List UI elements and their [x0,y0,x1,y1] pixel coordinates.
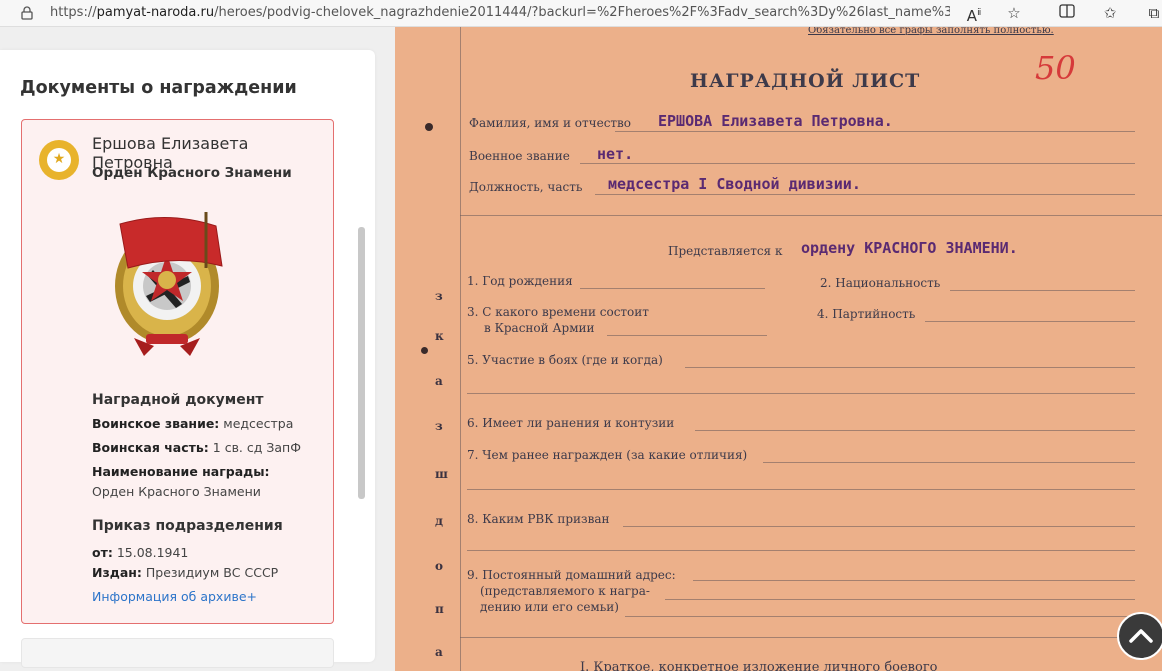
side-mark: а [435,374,443,388]
top-note: Обязательно все графы заполнять полность… [808,27,1054,36]
side-mark: к [435,329,444,343]
ruled-line [665,599,1135,600]
item-10: I. Краткое, конкретное изложение личного… [580,660,938,671]
position-label: Должность, часть [469,180,583,194]
ruled-line [607,335,767,336]
item-1: 1. Год рождения [467,274,573,288]
order-red-banner-medal-image [115,212,223,356]
item-9a: 9. Постоянный домашний адрес: [467,568,676,582]
punch-hole [421,347,428,354]
item-6: 6. Имеет ли ранения и контузии [467,416,675,430]
margin-line [460,27,461,671]
item-3a: 3. С какого времени состоит [467,305,649,319]
award-sheet-scan: Обязательно все графы заполнять полность… [395,27,1162,671]
rank-value: медсестра [219,416,294,431]
ruled-line [615,131,1135,132]
ruled-line [763,462,1135,463]
chevron-up-icon [1129,629,1153,643]
sheet-title: НАГРАДНОЙ ЛИСТ [690,70,921,92]
item-3b: в Красной Армии [484,321,595,335]
order-date-row: от: 15.08.1941 [92,543,312,563]
ruled-line [695,430,1135,431]
panel-title: Документы о награждении [20,78,297,98]
unit-value: 1 св. сд ЗапФ [208,440,301,455]
side-mark: п [435,602,444,616]
fio-label: Фамилия, имя и отчество [469,116,632,130]
ruled-line [925,321,1135,322]
presented-label: Представляется к [668,244,783,258]
item-7: 7. Чем ранее награжден (за какие отличия… [467,448,748,462]
ruled-line [460,637,1162,638]
side-mark: о [435,559,444,573]
award-title: Орден Красного Знамени [92,165,292,181]
item-5: 5. Участие в боях (где и когда) [467,353,663,367]
url-prefix: https:// [50,5,97,20]
rank-value-doc: нет. [597,145,634,163]
order-title: Приказ подразделения [92,518,283,534]
award-name-label: Наименование награды: [92,464,270,479]
ruled-line [595,194,1135,195]
award-doc-title: Наградной документ [92,392,264,408]
award-name-value: Орден Красного Знамени [92,484,261,499]
item-4: 4. Партийность [817,307,916,321]
order-date-label: от: [92,545,113,560]
side-mark: ш [435,467,448,481]
scroll-to-top-button[interactable] [1117,612,1162,660]
item-8: 8. Каким РВК призван [467,512,610,526]
item-9b: (представляемого к награ- [480,584,650,598]
side-mark: д [435,514,443,528]
url-path: /heroes/podvig-chelovek_nagrazhdenie2011… [214,5,950,20]
url-host: pamyat-naroda.ru [96,5,215,20]
item-9c: дению или его семьи) [480,600,619,614]
award-card[interactable]: ★ Ершова Елизавета Петровна Орден Красно… [21,119,334,624]
punch-hole [425,123,433,131]
order-issuer-value: Президиум ВС СССР [141,565,279,580]
next-award-card[interactable] [21,638,334,668]
ruled-line [580,288,765,289]
award-name-row: Наименование награды: Орден Красного Зна… [92,462,312,502]
presented-value: ордену КРАСНОГО ЗНАМЕНИ. [801,239,1018,257]
rank-row: Воинское звание: медсестра [92,414,312,434]
side-mark: з [435,419,443,433]
order-date-value: 15.08.1941 [112,545,189,560]
lock-icon[interactable] [20,6,34,20]
unit-row: Воинская часть: 1 св. сд ЗапФ [92,438,312,458]
side-mark: а [435,645,443,659]
ruled-line [625,616,1135,617]
read-aloud-icon[interactable]: Aⅱ [963,3,985,25]
item-2: 2. Национальность [820,276,941,290]
ruled-line [460,215,1162,216]
medal-badge-icon: ★ [39,140,79,180]
panel-scrollbar-thumb[interactable] [358,227,365,499]
order-issuer-label: Издан: [92,565,142,580]
ruled-line [623,526,1135,527]
position-value: медсестра I Сводной дивизии. [608,175,861,193]
rank-label: Воинское звание: [92,416,220,431]
rank-label-doc: Военное звание [469,149,570,163]
order-issuer-row: Издан: Президиум ВС СССР [92,563,312,583]
ruled-line [580,163,1135,164]
ruled-line [467,489,1135,490]
favorite-star-icon[interactable]: ☆ [1003,3,1025,23]
ruled-line [950,290,1135,291]
favorites-list-icon[interactable]: ✩ [1099,3,1121,23]
ruled-line [693,580,1135,581]
awards-panel: Документы о награждении ★ Ершова Елизаве… [0,50,375,668]
handwritten-number: 50 [1035,49,1076,87]
side-mark: з [435,289,443,303]
collections-icon[interactable]: ⧉ [1143,3,1162,23]
ruled-line [467,550,1135,551]
fio-value: ЕРШОВА Елизавета Петровна. [658,112,893,130]
split-screen-icon[interactable] [1056,3,1078,23]
unit-label: Воинская часть: [92,440,209,455]
ruled-line [685,367,1135,368]
address-bar[interactable]: https://pamyat-naroda.ru/heroes/podvig-c… [50,5,950,20]
ruled-line [467,393,1135,394]
archive-info-link[interactable]: Информация об архиве+ [92,589,257,604]
browser-toolbar: https://pamyat-naroda.ru/heroes/podvig-c… [0,0,1162,27]
